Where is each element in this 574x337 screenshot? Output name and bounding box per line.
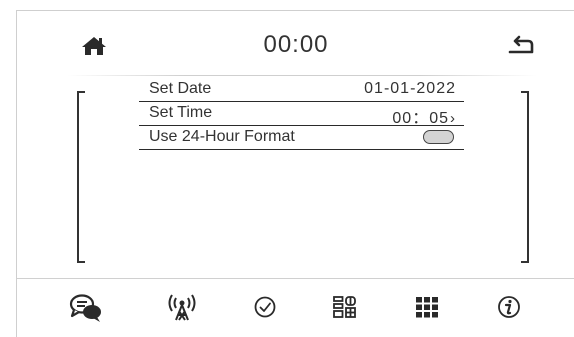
check-circle-icon	[254, 296, 276, 318]
header-divider	[67, 75, 537, 76]
use-24-hour-toggle[interactable]	[423, 130, 454, 144]
use-24-hour-label: Use 24-Hour Format	[149, 128, 295, 145]
nav-messages-button[interactable]	[69, 293, 103, 327]
nav-apps-button[interactable]	[331, 293, 365, 327]
chat-bubbles-icon	[69, 294, 101, 322]
footer-divider	[17, 278, 574, 279]
app-grid-icon	[333, 296, 356, 318]
use-24-hour-row[interactable]: Use 24-Hour Format	[139, 126, 464, 150]
settings-list: Set Date 01-01-2022 Set Time 00：05› Use …	[139, 78, 464, 150]
nav-signal-button[interactable]	[167, 293, 201, 327]
set-time-value: 00：05	[392, 110, 449, 127]
set-date-row[interactable]: Set Date 01-01-2022	[139, 78, 464, 102]
left-scroll-bracket	[77, 91, 85, 263]
right-scroll-bracket	[521, 91, 529, 263]
bottom-nav	[17, 293, 574, 333]
chevron-right-icon: ›	[450, 110, 456, 127]
set-date-label: Set Date	[149, 80, 212, 97]
antenna-broadcast-icon	[168, 294, 196, 321]
set-time-row[interactable]: Set Time 00：05›	[139, 102, 464, 128]
back-button[interactable]	[507, 35, 537, 57]
nav-keypad-button[interactable]	[413, 293, 447, 327]
clock-title: 00:00	[263, 31, 329, 58]
nav-confirm-button[interactable]	[251, 293, 285, 327]
keypad-grid-icon	[416, 297, 438, 318]
info-icon	[498, 296, 520, 318]
back-arrow-icon	[508, 35, 534, 54]
nav-info-button[interactable]	[495, 293, 529, 327]
set-time-label: Set Time	[149, 104, 213, 121]
set-time-value-group: 00：05›	[392, 104, 456, 128]
header-bar: 00:00	[17, 11, 574, 79]
settings-screen: 00:00 Set Date 01-01-2022 Set Time 00：05…	[16, 10, 574, 337]
set-date-value: 01-01-2022	[364, 80, 456, 97]
